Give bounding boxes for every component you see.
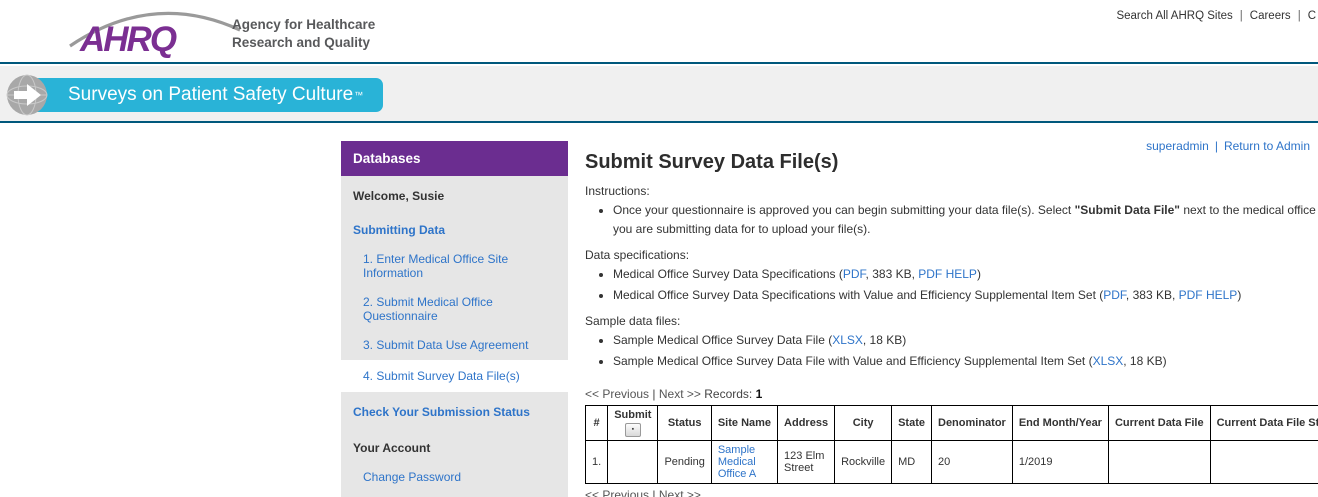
page: AHRQ Agency for Healthcare Research and … — [0, 0, 1318, 497]
survey-data-table: # Submit ▪ Status Site Name Address City… — [585, 405, 1318, 484]
cell-number: 1. — [586, 440, 608, 483]
previous-link[interactable]: << Previous — [585, 488, 649, 497]
pdf-help-link[interactable]: PDF HELP — [1179, 288, 1238, 302]
xlsx-link[interactable]: XLSX — [1093, 354, 1124, 368]
cell-address: 123 Elm Street — [778, 440, 835, 483]
data-spec-item: Medical Office Survey Data Specification… — [613, 265, 1318, 284]
main-content: Submit Survey Data File(s) Instructions:… — [585, 135, 1318, 497]
column-header-state: State — [892, 405, 932, 440]
sample-file-item: Sample Medical Office Survey Data File w… — [613, 352, 1318, 371]
banner-trademark: ™ — [354, 90, 363, 100]
sidebar-item-edit-contact-information[interactable]: Edit Contact Information — [341, 492, 568, 497]
data-spec-item: Medical Office Survey Data Specification… — [613, 286, 1318, 305]
sidebar-item-submit-questionnaire[interactable]: 2. Submit Medical Office Questionnaire — [341, 288, 568, 330]
table-row: 1. Pending Sample Medical Office A 123 E… — [586, 440, 1318, 483]
ahrq-logo[interactable]: AHRQ — [72, 2, 242, 62]
sidebar-heading-your-account: Your Account — [341, 434, 568, 462]
submit-data-file-emphasis: "Submit Data File" — [1075, 203, 1180, 217]
pdf-help-link[interactable]: PDF HELP — [918, 267, 977, 281]
site-name-link[interactable]: Sample Medical Office A — [718, 444, 756, 480]
cell-site-name: Sample Medical Office A — [711, 440, 777, 483]
column-header-current-data-file: Current Data File — [1108, 405, 1210, 440]
pagination-top: << Previous | Next >> Records: 1 — [585, 387, 1318, 401]
globe-arrow-icon — [6, 74, 48, 116]
cell-end-month-year: 1/2019 — [1012, 440, 1108, 483]
column-header-end-month-year: End Month/Year — [1012, 405, 1108, 440]
sidebar-item-submitting-data[interactable]: Submitting Data — [341, 216, 568, 244]
pagination-separator: | — [652, 387, 655, 401]
column-header-address: Address — [778, 405, 835, 440]
pdf-link[interactable]: PDF — [1103, 288, 1126, 302]
submit-column-sort-button[interactable]: ▪ — [625, 423, 641, 437]
utility-links: Search All AHRQ Sites | Careers | C — [1116, 10, 1316, 22]
utility-separator: | — [1298, 10, 1301, 22]
sidebar-item-submit-data-use-agreement[interactable]: 3. Submit Data Use Agreement — [341, 331, 568, 359]
careers-link[interactable]: Careers — [1250, 10, 1291, 22]
logo-text: AHRQ — [80, 20, 175, 60]
sops-banner: Surveys on Patient Safety Culture™ — [30, 78, 383, 112]
cell-current-data-file — [1108, 440, 1210, 483]
top-header: AHRQ Agency for Healthcare Research and … — [0, 0, 1318, 64]
sidebar-item-change-password[interactable]: Change Password — [341, 463, 568, 491]
page-title: Submit Survey Data File(s) — [585, 151, 1318, 174]
data-specifications-list: Medical Office Survey Data Specification… — [585, 265, 1318, 304]
cell-denominator: 20 — [932, 440, 1013, 483]
column-header-city: City — [835, 405, 892, 440]
agency-name: Agency for Healthcare Research and Quali… — [232, 16, 375, 51]
instructions-item: Once your questionnaire is approved you … — [613, 201, 1318, 238]
pdf-link[interactable]: PDF — [843, 267, 866, 281]
sidebar-item-submit-survey-data-files[interactable]: 4. Submit Survey Data File(s) — [341, 360, 568, 392]
cell-current-data-file-status — [1210, 440, 1318, 483]
column-header-number: # — [586, 405, 608, 440]
previous-link[interactable]: << Previous — [585, 387, 649, 401]
sample-data-files-label: Sample data files: — [585, 314, 1318, 328]
sidebar-welcome-text: Welcome, Susie — [341, 182, 568, 210]
agency-name-line2: Research and Quality — [232, 34, 375, 52]
column-header-denominator: Denominator — [932, 405, 1013, 440]
records-label: Records: — [704, 387, 752, 401]
cell-status: Pending — [658, 440, 711, 483]
sample-data-files-list: Sample Medical Office Survey Data File (… — [585, 331, 1318, 370]
column-header-submit: Submit ▪ — [608, 405, 658, 440]
banner-strip: Surveys on Patient Safety Culture™ — [0, 66, 1318, 123]
table-header-row: # Submit ▪ Status Site Name Address City… — [586, 405, 1318, 440]
utility-link-truncated[interactable]: C — [1308, 10, 1316, 22]
pagination-bottom: << Previous | Next >> — [585, 488, 1318, 497]
agency-name-line1: Agency for Healthcare — [232, 16, 375, 34]
sidebar: Databases Welcome, Susie Submitting Data… — [341, 141, 568, 497]
pagination-separator: | — [652, 488, 655, 497]
utility-separator: | — [1240, 10, 1243, 22]
cell-submit — [608, 440, 658, 483]
sidebar-item-check-submission-status[interactable]: Check Your Submission Status — [341, 398, 568, 426]
sidebar-item-enter-site-information[interactable]: 1. Enter Medical Office Site Information — [341, 245, 568, 287]
data-specifications-label: Data specifications: — [585, 248, 1318, 262]
instructions-label: Instructions: — [585, 184, 1318, 198]
search-all-ahrq-sites-link[interactable]: Search All AHRQ Sites — [1116, 10, 1232, 22]
sample-file-item: Sample Medical Office Survey Data File (… — [613, 331, 1318, 350]
xlsx-link[interactable]: XLSX — [832, 333, 863, 347]
cell-state: MD — [892, 440, 932, 483]
sidebar-header-databases: Databases — [341, 141, 568, 176]
column-header-site-name: Site Name — [711, 405, 777, 440]
column-header-status: Status — [658, 405, 711, 440]
next-link[interactable]: Next >> — [659, 488, 701, 497]
banner-title: Surveys on Patient Safety Culture — [68, 84, 353, 106]
column-header-current-data-file-status: Current Data File Status — [1210, 405, 1318, 440]
sort-icon: ▪ — [632, 426, 634, 433]
cell-city: Rockville — [835, 440, 892, 483]
next-link[interactable]: Next >> — [659, 387, 701, 401]
instructions-list: Once your questionnaire is approved you … — [585, 201, 1318, 238]
records-count: 1 — [756, 387, 763, 401]
